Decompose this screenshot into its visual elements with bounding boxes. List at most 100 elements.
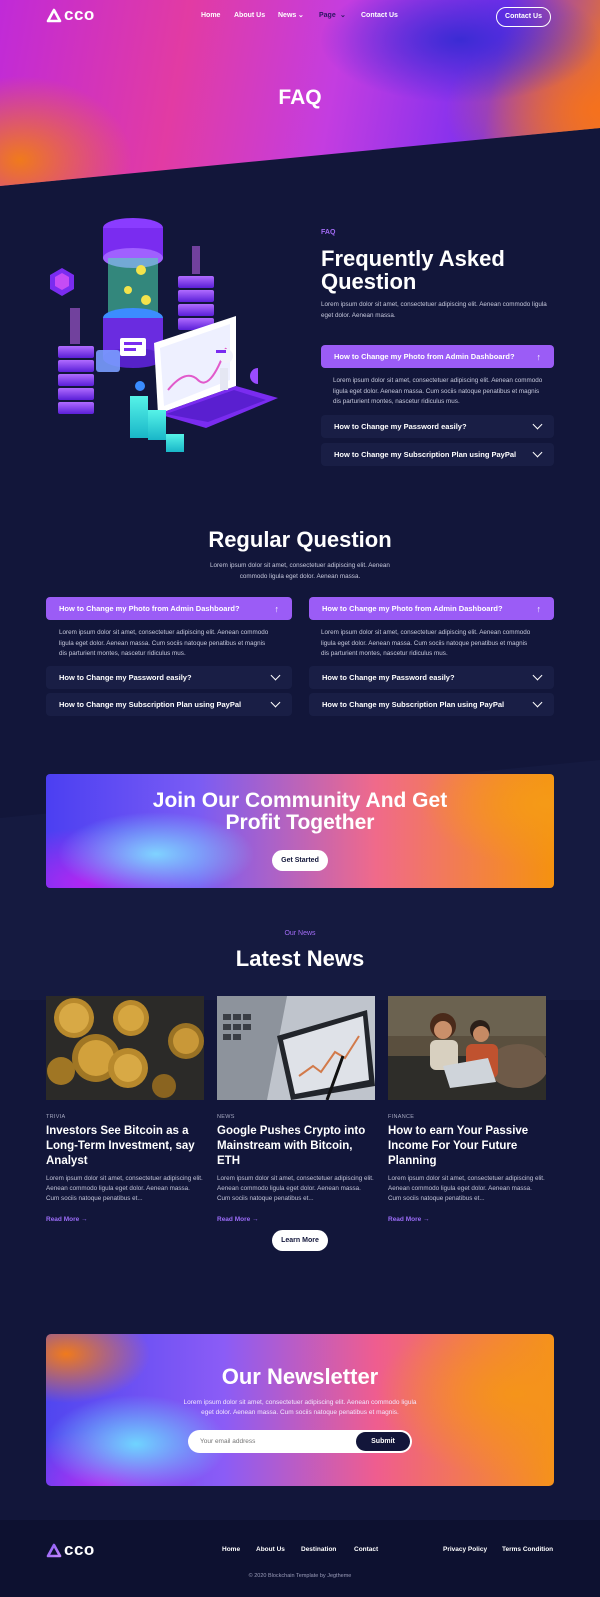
privacy-policy-link[interactable]: Privacy Policy — [443, 1546, 487, 1553]
nav-page[interactable]: Page — [319, 12, 336, 19]
nav-news[interactable]: News — [278, 12, 296, 19]
chevron-down-icon — [532, 697, 543, 708]
regular-right-item-subscription[interactable]: How to Change my Subscription Plan using… — [309, 693, 554, 716]
community-title: Join Our Community And Get Profit Togeth… — [46, 790, 554, 834]
couple-laptop-image — [388, 996, 548, 1100]
regular-left-answer: Lorem ipsum dolor sit amet, consectetuer… — [59, 629, 269, 657]
faq-title-line2: Question — [321, 269, 417, 294]
read-more-link[interactable]: Read More → — [46, 1216, 204, 1223]
news-chevron-down-icon: ⌄ — [298, 12, 304, 19]
learn-more-button[interactable]: Learn More — [272, 1230, 328, 1251]
read-more-label: Read More — [46, 1216, 80, 1223]
regular-right-item-photo[interactable]: How to Change my Photo from Admin Dashbo… — [309, 597, 554, 620]
community-title-line1: Join Our Community And Get — [152, 789, 448, 812]
email-input[interactable] — [200, 1434, 350, 1449]
faq-question-text: How to Change my Subscription Plan using… — [59, 700, 242, 709]
read-more-link[interactable]: Read More → — [388, 1216, 546, 1223]
faq-question-text: How to Change my Photo from Admin Dashbo… — [322, 604, 503, 613]
news-card[interactable]: FINANCE How to earn Your Passive Income … — [388, 996, 548, 1223]
news-card[interactable]: NEWS Google Pushes Crypto into Mainstrea… — [217, 996, 375, 1223]
faq-title: Frequently Asked Question — [321, 247, 505, 293]
community-title-line2: Profit Together — [225, 811, 375, 834]
news-card-title[interactable]: Investors See Bitcoin as a Long-Term Inv… — [46, 1124, 204, 1169]
regular-intro-line1: Lorem ipsum dolor sit amet, consectetuer… — [210, 562, 390, 569]
chevron-down-icon — [270, 697, 281, 708]
news-tag: FINANCE — [388, 1114, 415, 1120]
news-card-title[interactable]: Google Pushes Crypto into Mainstream wit… — [217, 1124, 375, 1169]
newsletter-text-line1: Lorem ipsum dolor sit amet, consectetuer… — [183, 1399, 417, 1406]
faq-question-text: How to Change my Password easily? — [334, 422, 467, 431]
faq-item-subscription[interactable]: How to Change my Subscription Plan using… — [321, 443, 554, 466]
hero-title: FAQ — [278, 86, 322, 109]
faq-question-text: How to Change my Photo from Admin Dashbo… — [334, 352, 515, 361]
regular-right-item-password[interactable]: How to Change my Password easily? — [309, 666, 554, 689]
brand-logo[interactable]: cco — [46, 5, 95, 25]
news-tag: TRIVIA — [46, 1114, 66, 1120]
faq-answer: Lorem ipsum dolor sit amet, consectetuer… — [333, 377, 543, 405]
arrow-up-icon: ↑ — [274, 603, 280, 614]
arrow-up-icon: ↑ — [536, 351, 542, 362]
news-title: Latest News — [235, 946, 365, 971]
footer-link-home[interactable]: Home — [222, 1546, 240, 1553]
faq-question-text: How to Change my Password easily? — [322, 673, 455, 682]
copyright: © 2020 Blockchain Template by Jegtheme — [248, 1573, 352, 1579]
footer-logo[interactable]: cco — [46, 1540, 95, 1560]
regular-right-answer: Lorem ipsum dolor sit amet, consectetuer… — [321, 629, 531, 657]
page-chevron-down-icon: ⌄ — [340, 12, 346, 19]
regular-intro-line2: commodo ligula eget dolor. Aenean massa. — [239, 572, 361, 580]
chevron-down-icon — [532, 670, 543, 681]
blockchain-illustration — [50, 218, 278, 452]
contact-us-button[interactable]: Contact Us — [496, 7, 551, 27]
newsletter-form: Submit — [188, 1430, 412, 1453]
arrow-up-icon: ↑ — [536, 603, 542, 614]
news-card-title[interactable]: How to earn Your Passive Income For Your… — [388, 1124, 546, 1169]
get-started-button[interactable]: Get Started — [272, 850, 328, 871]
footer-link-about[interactable]: About Us — [256, 1546, 285, 1553]
newsletter-text-line2: eget dolor. Aenean massa. Cum sociis nat… — [201, 1409, 399, 1416]
faq-question-text: How to Change my Subscription Plan using… — [322, 700, 505, 709]
logo-icon — [46, 1543, 62, 1557]
arrow-right-icon: → — [81, 1216, 88, 1223]
faq-question-text: How to Change my Subscription Plan using… — [334, 450, 517, 459]
nav-home[interactable]: Home — [201, 12, 220, 19]
brand-name: cco — [64, 5, 95, 24]
bitcoin-coins-image — [46, 996, 204, 1100]
faq-item-password[interactable]: How to Change my Password easily? — [321, 415, 554, 438]
news-card[interactable]: TRIVIA Investors See Bitcoin as a Long-T… — [46, 996, 204, 1223]
arrow-right-icon: → — [423, 1216, 430, 1223]
newsletter-title: Our Newsletter — [221, 1364, 379, 1389]
news-card-text: Lorem ipsum dolor sit amet, consectetuer… — [217, 1175, 374, 1202]
newsletter-text: Lorem ipsum dolor sit amet, consectetuer… — [46, 1398, 554, 1418]
terms-condition-link[interactable]: Terms Condition — [502, 1546, 553, 1553]
regular-left-item-photo[interactable]: How to Change my Photo from Admin Dashbo… — [46, 597, 292, 620]
brand-name: cco — [64, 1540, 95, 1559]
faq-question-text: How to Change my Password easily? — [59, 673, 192, 682]
laptop-tablet-image — [217, 996, 375, 1101]
faq-title-line1: Frequently Asked — [321, 246, 505, 271]
footer-link-contact[interactable]: Contact — [354, 1546, 378, 1553]
faq-item-photo[interactable]: How to Change my Photo from Admin Dashbo… — [321, 345, 554, 368]
read-more-label: Read More — [217, 1216, 251, 1223]
regular-title: Regular Question — [208, 527, 392, 552]
news-card-text: Lorem ipsum dolor sit amet, consectetuer… — [46, 1175, 203, 1202]
chevron-down-icon — [532, 419, 543, 430]
nav-about[interactable]: About Us — [234, 12, 265, 19]
news-card-text: Lorem ipsum dolor sit amet, consectetuer… — [388, 1175, 545, 1202]
read-more-label: Read More — [388, 1216, 422, 1223]
logo-icon — [46, 8, 62, 22]
read-more-link[interactable]: Read More → — [217, 1216, 375, 1223]
faq-eyebrow: FAQ — [321, 229, 336, 236]
news-eyebrow: Our News — [284, 930, 316, 937]
submit-button[interactable]: Submit — [356, 1432, 410, 1451]
faq-question-text: How to Change my Photo from Admin Dashbo… — [59, 604, 240, 613]
arrow-right-icon: → — [252, 1216, 259, 1223]
footer-link-destination[interactable]: Destination — [301, 1546, 336, 1553]
chevron-down-icon — [270, 670, 281, 681]
nav-contact[interactable]: Contact Us — [361, 12, 398, 19]
regular-intro: Lorem ipsum dolor sit amet, consectetuer… — [0, 561, 600, 582]
chevron-down-icon — [532, 447, 543, 458]
news-tag: NEWS — [217, 1114, 235, 1120]
regular-left-item-password[interactable]: How to Change my Password easily? — [46, 666, 292, 689]
faq-intro: Lorem ipsum dolor sit amet, consectetuer… — [321, 301, 547, 319]
regular-left-item-subscription[interactable]: How to Change my Subscription Plan using… — [46, 693, 292, 716]
